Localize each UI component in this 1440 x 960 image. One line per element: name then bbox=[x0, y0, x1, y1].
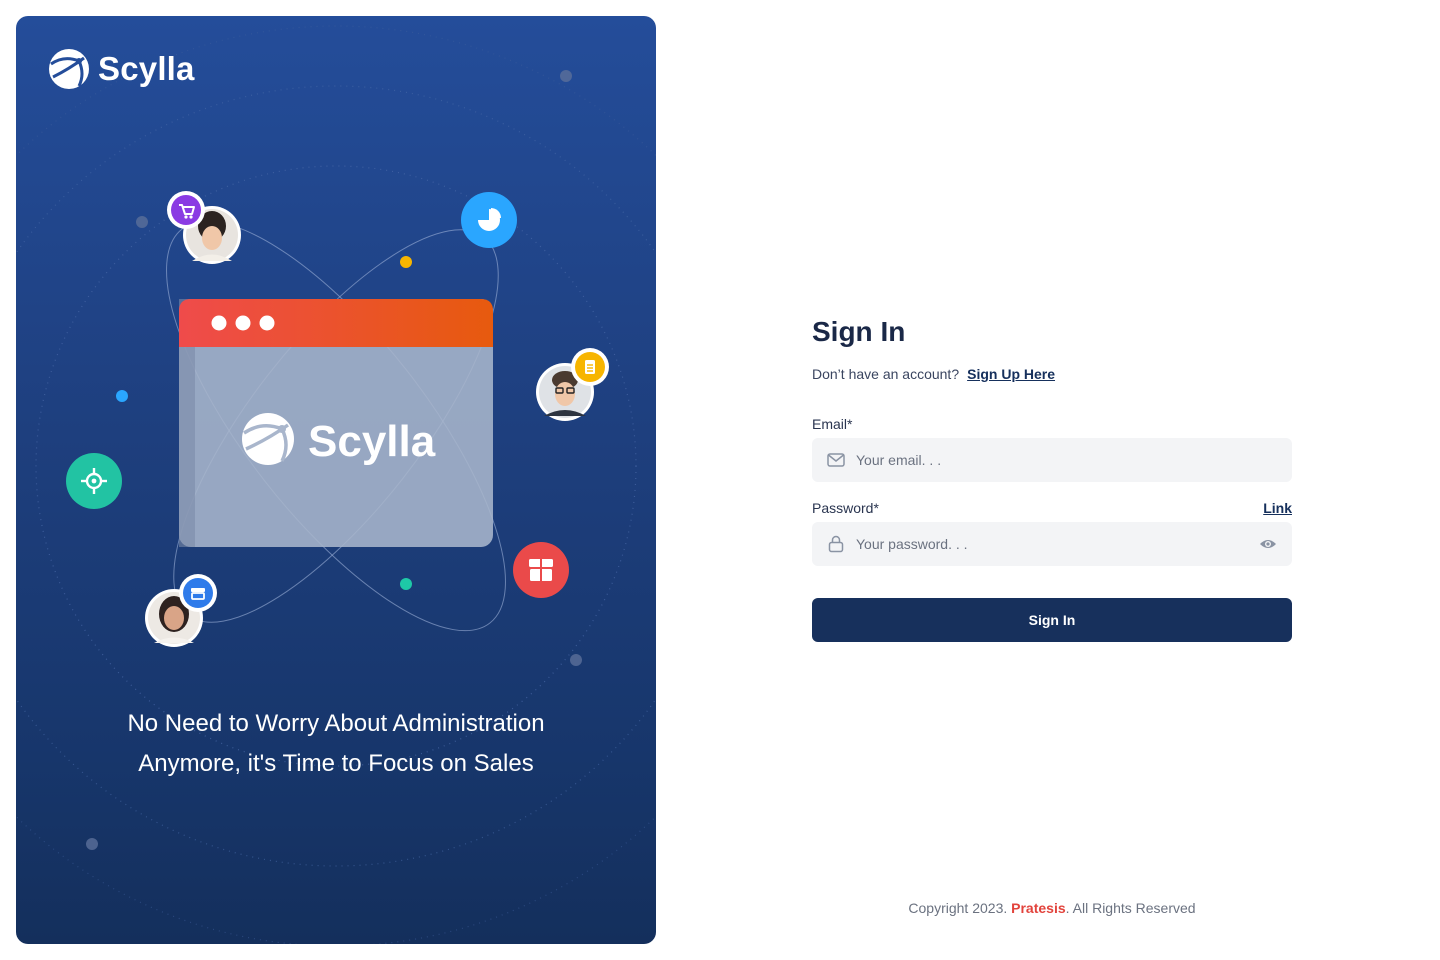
box-icon bbox=[513, 542, 569, 598]
sign-in-form: Sign In Don’t have an account? Sign Up H… bbox=[812, 312, 1292, 642]
password-label-row: Password* Link bbox=[812, 500, 1292, 516]
sign-in-button[interactable]: Sign In bbox=[812, 598, 1292, 642]
pie-chart-icon bbox=[461, 192, 517, 248]
globe-icon bbox=[49, 49, 89, 89]
brand-logo: Scylla bbox=[48, 48, 195, 90]
password-link[interactable]: Link bbox=[1263, 500, 1292, 516]
copyright-prefix: Copyright 2023. bbox=[908, 900, 1008, 916]
mail-icon bbox=[826, 450, 846, 470]
email-label: Email* bbox=[812, 416, 853, 432]
document-icon bbox=[571, 348, 609, 386]
password-field[interactable] bbox=[812, 522, 1292, 566]
store-icon bbox=[179, 574, 217, 612]
cart-icon bbox=[167, 191, 205, 229]
hero-panel: Scylla Scylla No Need to Worry About Adm… bbox=[16, 16, 656, 944]
hero-illustration: Scylla bbox=[16, 25, 656, 944]
password-label: Password* bbox=[812, 500, 879, 516]
lock-icon bbox=[826, 534, 846, 554]
hero-tagline: No Need to Worry About Administration An… bbox=[127, 710, 545, 777]
page-title: Sign In bbox=[812, 316, 906, 347]
window-logo-text: Scylla bbox=[308, 417, 436, 466]
target-icon bbox=[66, 453, 122, 509]
no-account-text: Don’t have an account? bbox=[812, 366, 960, 382]
window-logo-icon bbox=[242, 413, 294, 465]
signup-prompt: Don’t have an account? Sign Up Here bbox=[812, 366, 1292, 382]
eye-icon[interactable] bbox=[1258, 534, 1278, 554]
brand-name: Scylla bbox=[98, 50, 195, 87]
email-field[interactable] bbox=[812, 438, 1292, 482]
email-input[interactable] bbox=[856, 452, 1278, 468]
copyright-suffix: . All Rights Reserved bbox=[1065, 900, 1196, 916]
email-label-row: Email* bbox=[812, 416, 1292, 432]
browser-window: Scylla bbox=[179, 299, 493, 547]
password-input[interactable] bbox=[856, 536, 1248, 552]
footer-brand-link[interactable]: Pratesis bbox=[1011, 900, 1065, 916]
sign-up-link[interactable]: Sign Up Here bbox=[967, 366, 1055, 382]
footer-copyright: Copyright 2023. Pratesis. All Rights Res… bbox=[812, 900, 1292, 916]
